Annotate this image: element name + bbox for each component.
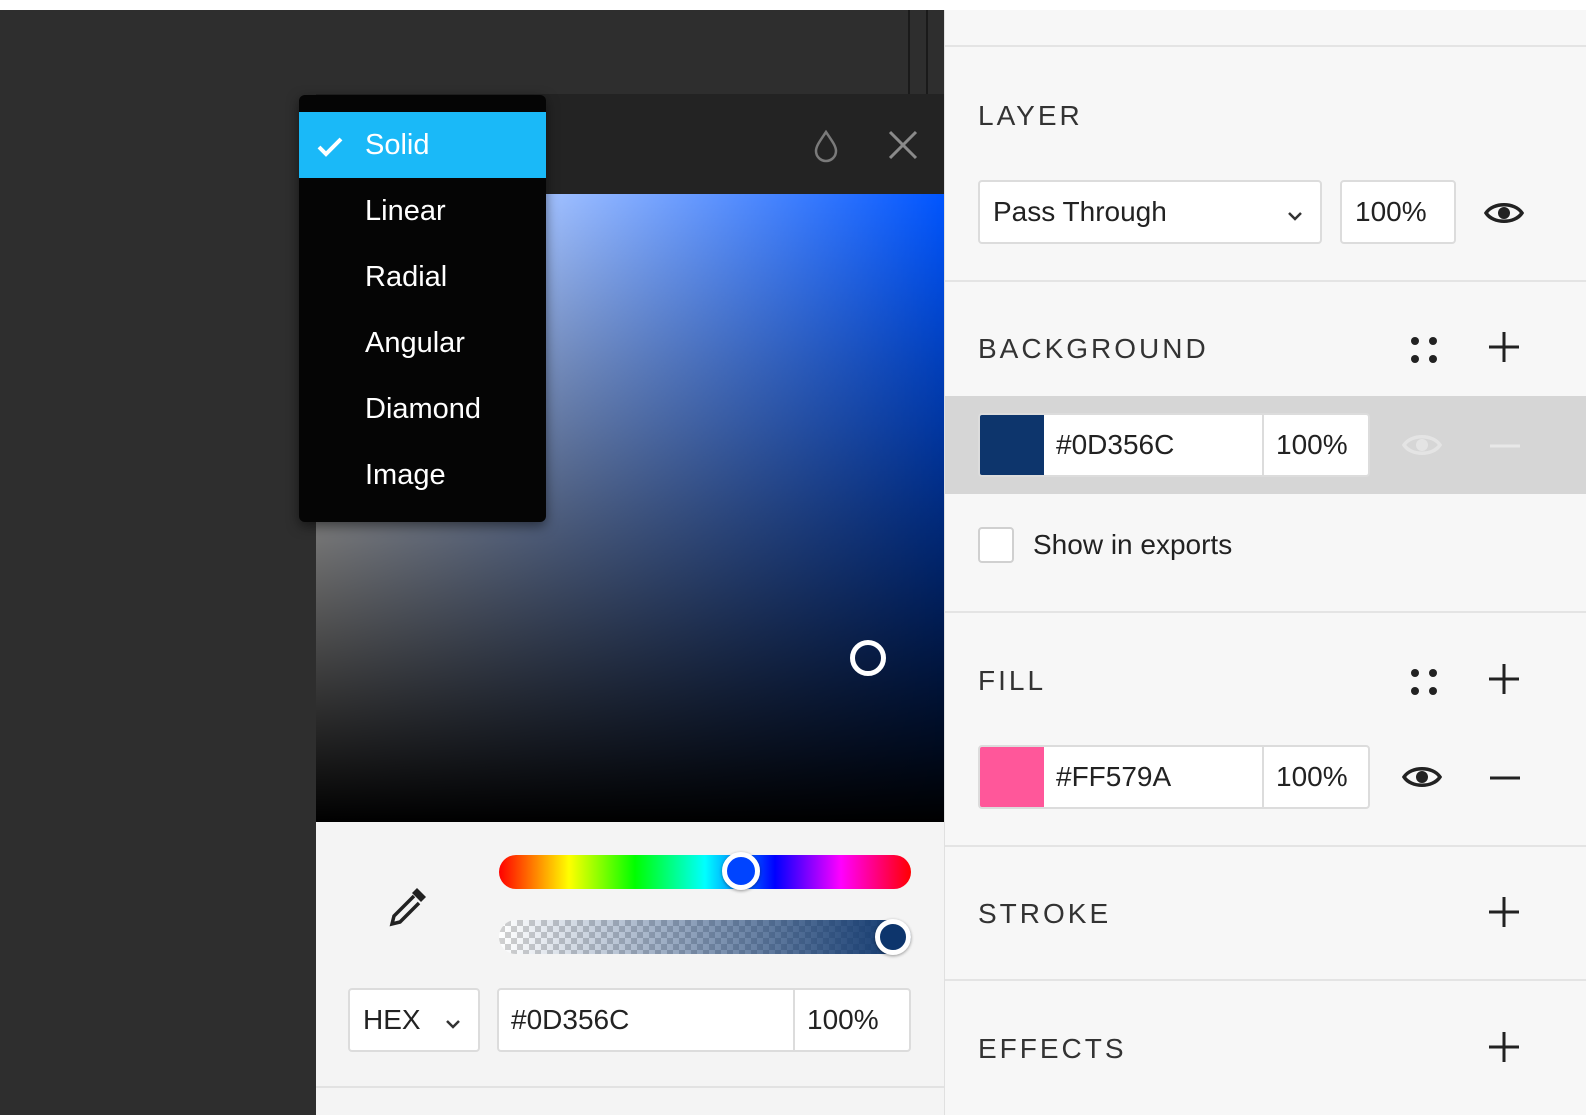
menu-item-label: Linear [365, 194, 446, 227]
blend-mode-select[interactable]: Pass Through [978, 180, 1322, 244]
show-in-exports-label: Show in exports [1033, 529, 1233, 560]
layer-visibility-eye-icon[interactable] [1483, 192, 1525, 234]
add-background-plus-icon[interactable] [1486, 329, 1522, 365]
fill-hex-value[interactable]: #FF579A [1044, 747, 1264, 807]
opacity-drop-icon[interactable] [808, 126, 844, 166]
divider [945, 280, 1586, 282]
menu-item-label: Diamond [365, 392, 482, 425]
show-in-exports-checkbox[interactable] [978, 527, 1014, 563]
picker-hex-value[interactable]: #0D356C [499, 990, 795, 1050]
background-opacity-value[interactable]: 100% [1264, 415, 1368, 475]
hue-slider[interactable] [499, 855, 911, 889]
background-visibility-eye-icon[interactable] [1401, 424, 1443, 466]
background-hex-value[interactable]: #0D356C [1044, 415, 1264, 475]
layer-opacity-input[interactable]: 100% [1340, 180, 1456, 244]
menu-item-angular[interactable]: Angular [299, 310, 546, 376]
stroke-section-title: STROKE [978, 898, 1112, 929]
background-section-title: BACKGROUND [978, 333, 1209, 364]
menu-item-label: Image [365, 458, 446, 491]
blend-mode-value: Pass Through [993, 196, 1167, 227]
divider [945, 979, 1586, 981]
layer-section-title: LAYER [978, 100, 1083, 131]
styles-grid-icon[interactable] [1407, 333, 1441, 367]
menu-item-diamond[interactable]: Diamond [299, 376, 546, 442]
chevron-down-icon [442, 1010, 464, 1042]
styles-grid-icon[interactable] [1407, 665, 1441, 699]
add-fill-plus-icon[interactable] [1486, 661, 1522, 697]
add-stroke-plus-icon[interactable] [1486, 894, 1522, 930]
picker-color-input[interactable]: #0D356C 100% [497, 988, 911, 1052]
layer-opacity-value: 100% [1355, 196, 1427, 227]
alpha-slider[interactable] [499, 920, 911, 954]
menu-item-image[interactable]: Image [299, 442, 546, 508]
alpha-slider-handle[interactable] [875, 919, 911, 955]
menu-item-radial[interactable]: Radial [299, 244, 546, 310]
remove-fill-minus-icon[interactable] [1487, 760, 1523, 796]
divider [945, 45, 1586, 47]
effects-section-title: EFFECTS [978, 1033, 1127, 1064]
fill-opacity-value[interactable]: 100% [1264, 747, 1368, 807]
add-effect-plus-icon[interactable] [1486, 1029, 1522, 1065]
fill-color-field[interactable]: #FF579A 100% [978, 745, 1370, 809]
color-handle[interactable] [850, 640, 886, 676]
background-color-field[interactable]: #0D356C 100% [978, 413, 1370, 477]
menu-item-label: Solid [365, 128, 430, 161]
background-color-swatch[interactable] [980, 415, 1044, 475]
fill-section-title: FILL [978, 665, 1047, 696]
canvas-divider [908, 10, 910, 94]
picker-opacity-value[interactable]: 100% [795, 990, 909, 1050]
fill-visibility-eye-icon[interactable] [1401, 756, 1443, 798]
hue-slider-handle[interactable] [722, 852, 760, 890]
fill-type-menu: Solid Linear Radial Angular Diamond Imag… [299, 95, 546, 522]
eyedropper-icon[interactable] [384, 882, 432, 935]
divider [945, 845, 1586, 847]
properties-panel: LAYER Pass Through 100% BACKGROUND #0D35… [944, 10, 1586, 1115]
menu-item-linear[interactable]: Linear [299, 178, 546, 244]
divider [945, 611, 1586, 613]
chevron-down-icon [1284, 202, 1306, 234]
divider [316, 1086, 944, 1088]
checkmark-icon [316, 134, 344, 167]
close-icon[interactable] [884, 126, 922, 164]
background-fill-row: #0D356C 100% [945, 396, 1586, 494]
fill-color-swatch[interactable] [980, 747, 1044, 807]
remove-background-minus-icon[interactable] [1487, 428, 1523, 464]
canvas-divider [926, 10, 928, 94]
color-format-value: HEX [363, 1004, 421, 1035]
menu-item-label: Angular [365, 326, 465, 359]
menu-item-label: Radial [365, 260, 448, 293]
menu-item-solid[interactable]: Solid [299, 112, 546, 178]
color-format-select[interactable]: HEX [348, 988, 480, 1052]
